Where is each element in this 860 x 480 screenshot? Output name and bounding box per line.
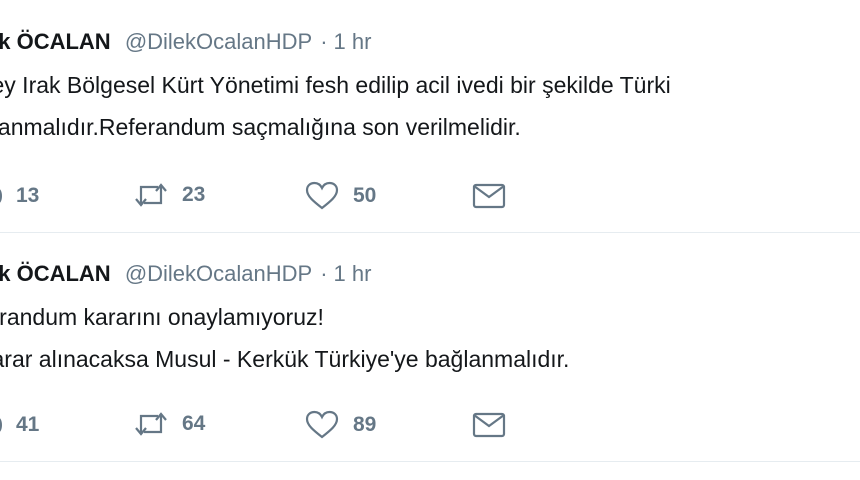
tweet-text: ferandum kararını onaylamıyoruz! karar a… <box>0 296 569 380</box>
envelope-icon <box>472 183 506 209</box>
envelope-icon <box>472 412 506 438</box>
author-name[interactable]: ek ÖCALAN <box>0 29 111 54</box>
reply-icon <box>0 413 2 437</box>
tweet-text-line: ferandum kararını onaylamıyoruz! <box>0 304 324 330</box>
reply-button[interactable]: 13 <box>0 184 39 208</box>
direct-message-button[interactable] <box>472 183 506 209</box>
tweet-text-line: karar alınacaksa Musul - Kerkük Türkiye'… <box>0 346 570 372</box>
tweet[interactable]: ek ÖCALAN @DilekOcalanHDP ·1 hr zey Irak … <box>0 0 860 233</box>
separator-dot: · <box>320 261 328 286</box>
heart-icon <box>305 410 339 440</box>
tweet-header: ek ÖCALAN @DilekOcalanHDP ·1 hr <box>0 261 371 287</box>
tweet-text-line: zey Irak Bölgesel Kürt Yönetimi fesh edi… <box>0 72 671 98</box>
timestamp[interactable]: 1 hr <box>334 261 372 286</box>
tweet-text-line: ğlanmalıdır.Referandum saçmalığına son v… <box>0 114 521 140</box>
reply-count: 13 <box>16 184 40 207</box>
author-handle[interactable]: @DilekOcalanHDP <box>125 261 312 286</box>
heart-icon <box>305 181 339 211</box>
separator-dot: · <box>320 29 328 54</box>
retweet-button[interactable]: 23 <box>134 182 205 208</box>
reply-icon <box>0 184 2 208</box>
tweet-actions: 13 23 50 <box>0 176 600 216</box>
reply-button[interactable]: 41 <box>0 413 39 437</box>
retweet-button[interactable]: 64 <box>134 411 205 437</box>
tweet-actions: 41 64 89 <box>0 405 600 445</box>
like-button[interactable]: 89 <box>305 410 376 440</box>
retweet-icon <box>134 182 168 208</box>
author-name[interactable]: ek ÖCALAN <box>0 261 111 286</box>
direct-message-button[interactable] <box>472 412 506 438</box>
tweet-header: ek ÖCALAN @DilekOcalanHDP ·1 hr <box>0 29 371 55</box>
tweet[interactable]: ek ÖCALAN @DilekOcalanHDP ·1 hr ferandum … <box>0 233 860 462</box>
like-count: 89 <box>353 413 377 436</box>
timestamp[interactable]: 1 hr <box>334 29 372 54</box>
author-handle[interactable]: @DilekOcalanHDP <box>125 29 312 54</box>
like-button[interactable]: 50 <box>305 181 376 211</box>
reply-count: 41 <box>16 413 40 436</box>
like-count: 50 <box>353 184 377 207</box>
retweet-icon <box>134 411 168 437</box>
retweet-count: 23 <box>182 183 206 206</box>
tweet-text: zey Irak Bölgesel Kürt Yönetimi fesh edi… <box>0 64 671 148</box>
retweet-count: 64 <box>182 412 206 435</box>
